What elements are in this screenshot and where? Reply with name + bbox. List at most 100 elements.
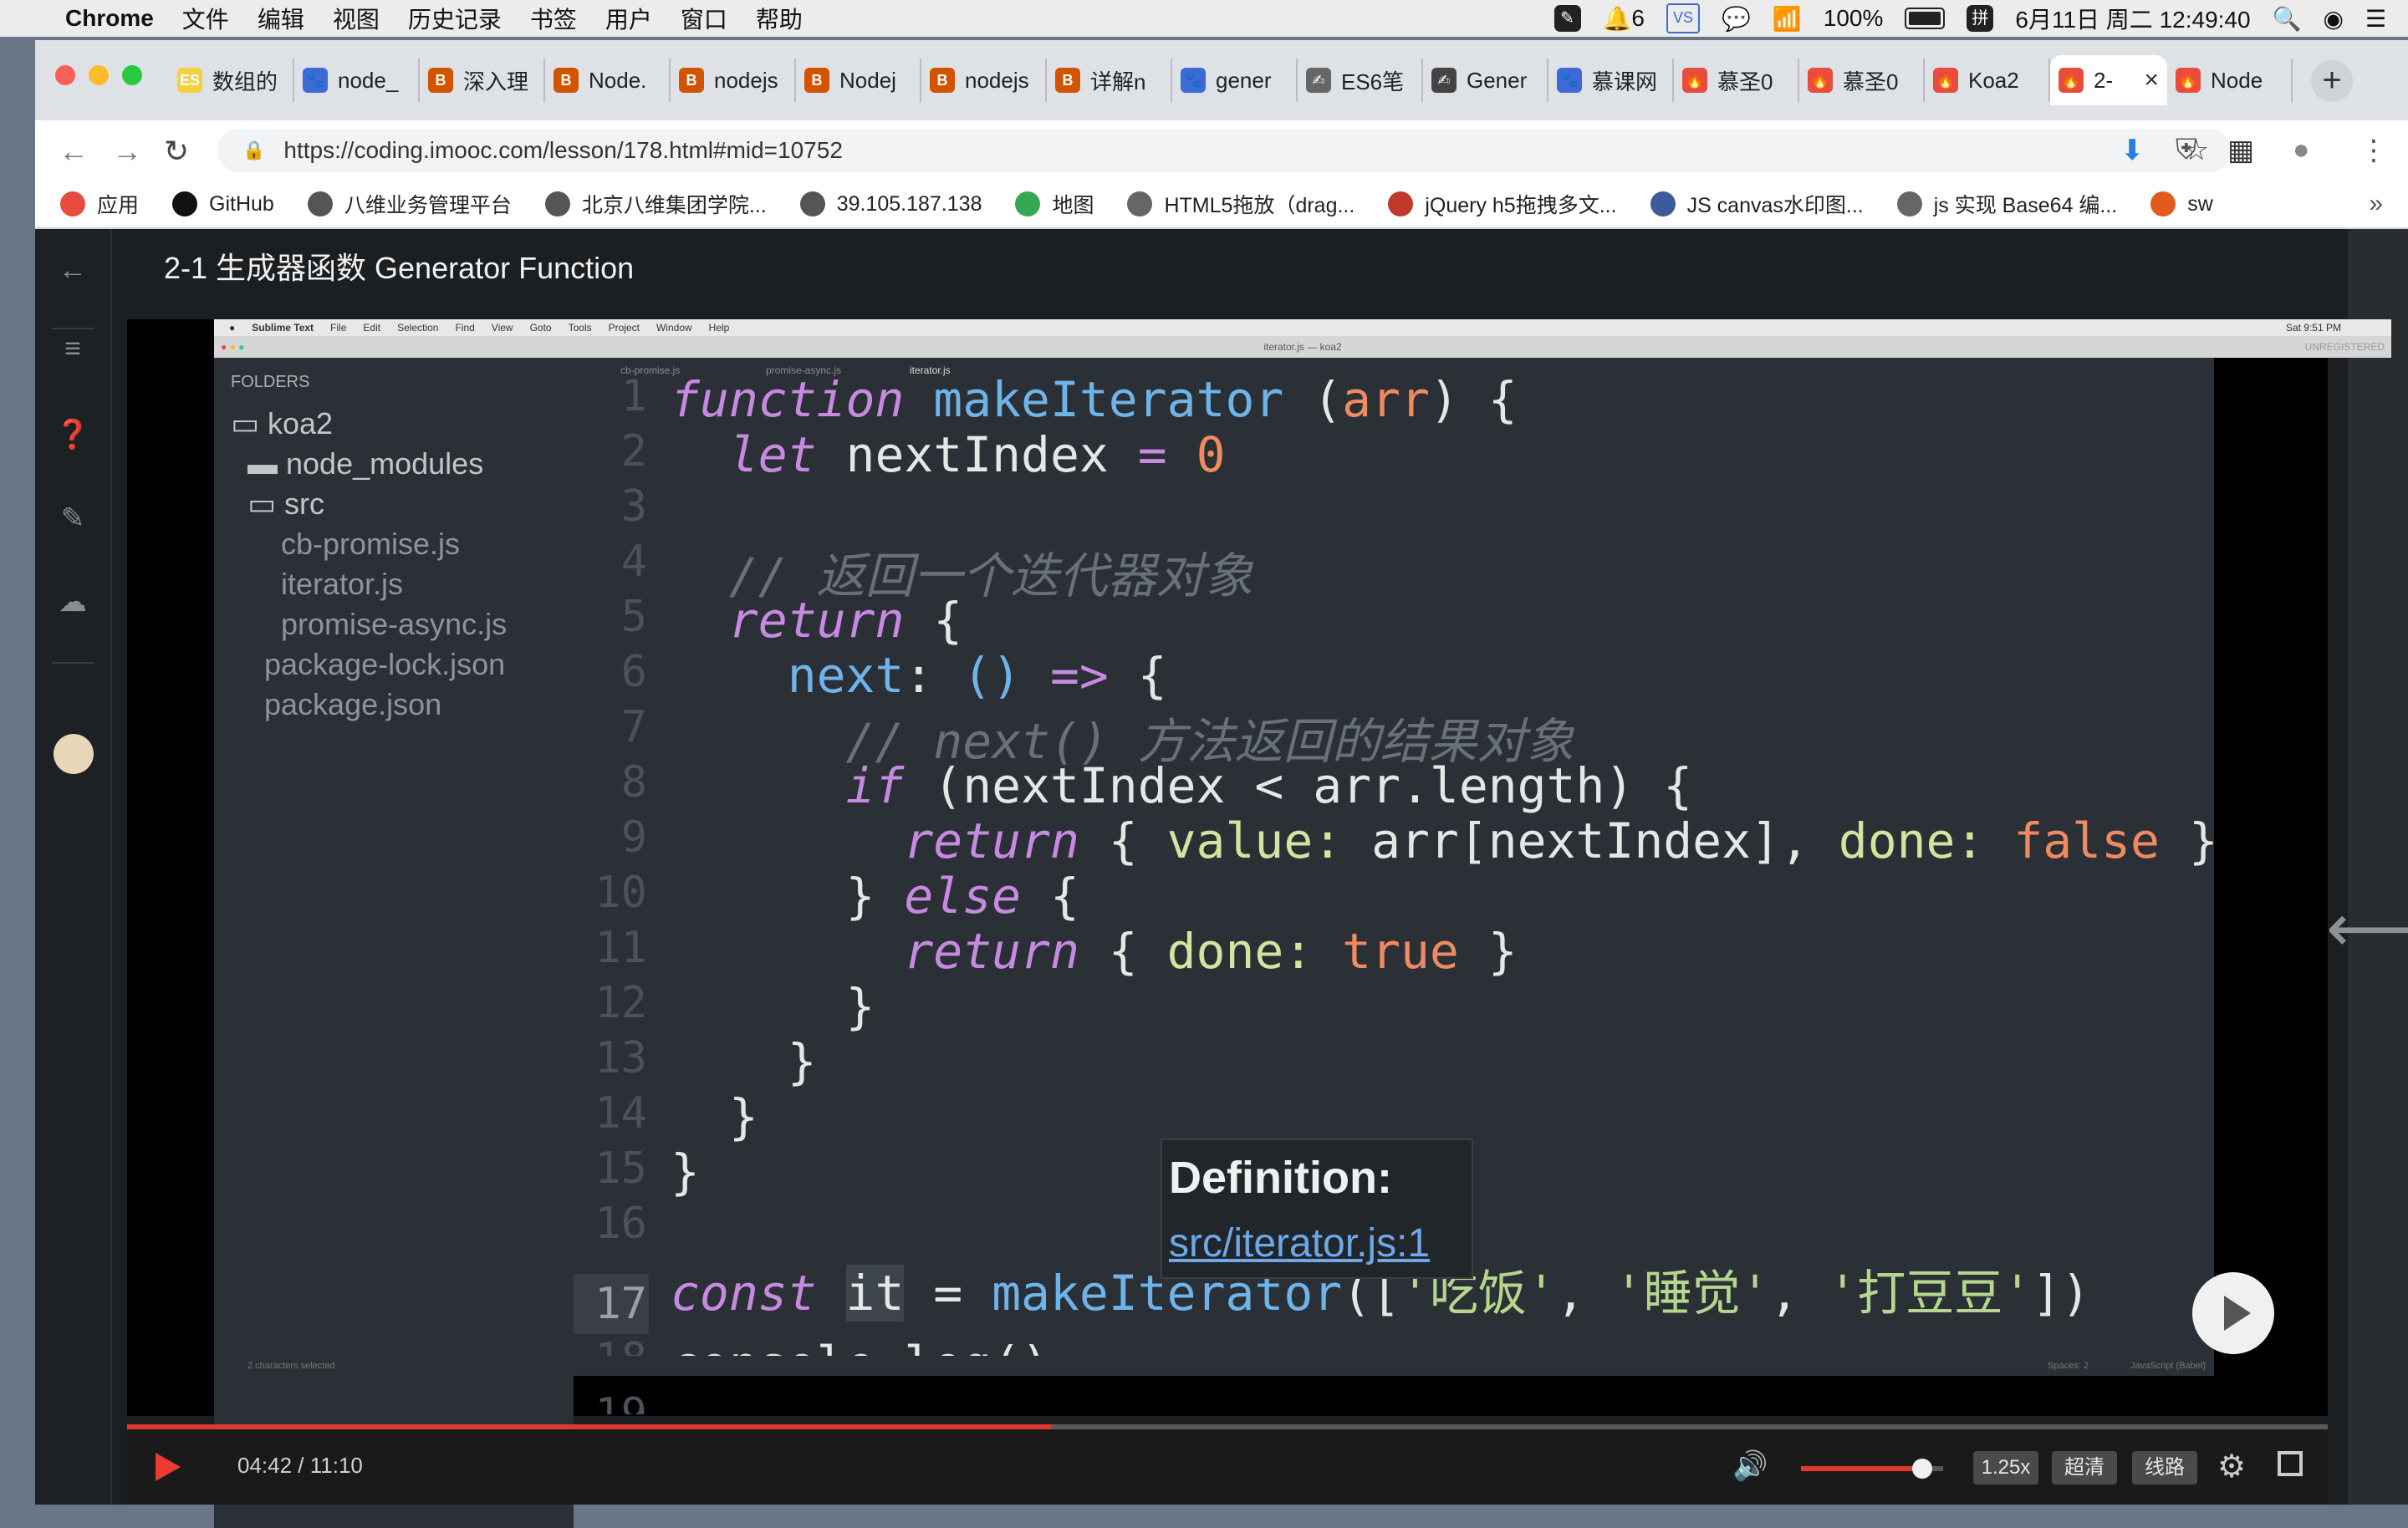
tab-2[interactable]: B 深入理 (420, 59, 545, 102)
tab-4[interactable]: Bnodejs (671, 59, 796, 102)
bookmark-item[interactable]: 应用 (60, 189, 139, 219)
folders-header: FOLDERS (231, 373, 310, 391)
big-play-button[interactable] (2192, 1272, 2274, 1354)
notification-bell-icon[interactable]: 🔔 6 (1603, 5, 1645, 33)
tab-close-icon[interactable]: × (2144, 66, 2159, 94)
bookmark-label: 北京八维集团学院... (581, 194, 767, 217)
evernote-icon[interactable]: ✎ (1553, 5, 1581, 32)
note-pencil-icon[interactable]: ✎ (54, 502, 92, 535)
zoom-window-button[interactable] (122, 65, 142, 85)
menu-help[interactable]: 帮助 (756, 2, 803, 35)
question-icon[interactable]: ❓ (54, 418, 92, 451)
menu-history[interactable]: 历史记录 (408, 2, 502, 35)
wifi-icon[interactable]: 📶 (1773, 5, 1802, 33)
menu-view[interactable]: 视图 (333, 2, 380, 35)
tab-15[interactable]: 🔥 2- × (2050, 55, 2167, 105)
tab-3[interactable]: B Node. (545, 59, 671, 102)
tab-16[interactable]: 🔥 Node (2167, 59, 2293, 102)
progress-bar[interactable] (127, 1424, 2328, 1429)
url-text[interactable]: https://coding.imooc.com/lesson/178.html… (283, 137, 843, 164)
address-bar[interactable]: 🔒 https://coding.imooc.com/lesson/178.ht… (217, 129, 2231, 172)
bookmark-item[interactable]: 39.105.187.138 (799, 191, 982, 216)
bookmark-item[interactable]: HTML5拖放（drag... (1127, 189, 1354, 219)
tab-label: node_ (338, 67, 399, 93)
bookmark-item[interactable]: GitHub (172, 191, 274, 216)
profile-avatar-icon[interactable]: ● (2293, 134, 2310, 166)
settings-gear-icon[interactable]: ⚙ (2217, 1448, 2246, 1485)
wechat-icon[interactable]: 💬 (1722, 5, 1751, 33)
menu-people[interactable]: 用户 (605, 2, 652, 35)
shield-extension-icon[interactable]: ⛨ (2176, 134, 2197, 166)
menu-window[interactable]: 窗口 (681, 2, 727, 35)
route-button[interactable]: 线路 (2132, 1451, 2197, 1485)
bookmark-item[interactable]: sw (2150, 191, 2213, 216)
bookmark-item[interactable]: 地图 (1015, 189, 1094, 219)
speed-button[interactable]: 1.25x (1973, 1451, 2038, 1485)
new-tab-button[interactable]: + (2311, 60, 2353, 102)
cloud-icon[interactable]: ☁ (54, 585, 92, 619)
chapter-list-icon[interactable]: ≡ (54, 333, 92, 365)
tab-10[interactable]: ✍ Gener (1423, 59, 1548, 102)
battery-icon[interactable] (1905, 8, 1946, 29)
bookmark-favicon-icon (60, 191, 85, 216)
volume-icon[interactable]: 🔊 (1732, 1449, 1768, 1483)
video-player[interactable]: ● Sublime Text File Edit Selection Find … (127, 319, 2391, 1528)
bookmarks-overflow-button[interactable]: » (2369, 190, 2383, 218)
chrome-menu-icon[interactable]: ⋮ (2360, 134, 2388, 167)
tab-6[interactable]: Bnodejs (921, 59, 1047, 102)
definition-link[interactable]: src/iterator.js:1 (1169, 1220, 1430, 1266)
user-avatar[interactable] (54, 734, 94, 774)
notification-center-icon[interactable]: ☰ (2365, 5, 2386, 33)
input-method-icon[interactable]: 拼 (1967, 5, 1994, 32)
tab-favicon-icon: 🔥 (1933, 68, 1958, 93)
menu-edit[interactable]: 编辑 (258, 2, 304, 35)
tab-favicon-icon: 🔥 (1682, 68, 1707, 93)
tab-label: nodejs (714, 67, 778, 93)
tab-9[interactable]: ✍ ES6笔 (1298, 59, 1423, 102)
tab-8[interactable]: 🐾 gener (1172, 59, 1298, 102)
bookmark-item[interactable]: 北京八维集团学院... (544, 189, 767, 219)
back-icon[interactable]: ← (59, 134, 89, 169)
back-arrow-icon[interactable]: ← (54, 254, 92, 287)
forward-icon[interactable]: → (112, 134, 142, 169)
play-icon[interactable] (156, 1453, 181, 1481)
minimize-window-button[interactable] (89, 65, 109, 85)
tab-13[interactable]: 🔥 慕圣0 (1799, 59, 1925, 102)
collapse-arrow-icon[interactable]: ⟵ (2326, 889, 2408, 967)
spotlight-search-icon[interactable]: 🔍 (2273, 5, 2302, 33)
tab-5[interactable]: B Nodej (796, 59, 921, 102)
sublime-sidebar: FOLDERS ▭ koa2 ▬ node_modules ▭ src cb-p… (214, 358, 574, 1528)
vscode-icon[interactable]: VS (1666, 3, 1700, 33)
tab-11[interactable]: 🐾 慕课网 (1548, 59, 1674, 102)
tab-1[interactable]: 🐾 node_ (294, 59, 420, 102)
line-number: 17 (594, 1279, 647, 1329)
volume-slider[interactable] (1801, 1459, 1943, 1479)
quality-button[interactable]: 超清 (2052, 1451, 2117, 1485)
tree-file-package-lock: package-lock.json (264, 647, 506, 681)
tab-14[interactable]: 🔥 Koa2 (1925, 59, 2050, 102)
bookmark-item[interactable]: jQuery h5拖拽多文... (1388, 189, 1617, 219)
fullscreen-icon[interactable] (2278, 1451, 2303, 1476)
close-window-button[interactable] (55, 65, 75, 85)
clock[interactable]: 6月11日 周二 12:49:40 (2015, 2, 2250, 35)
volume-knob[interactable] (1911, 1459, 1932, 1479)
reload-icon[interactable]: ↻ (164, 134, 189, 169)
bookmark-label: JS canvas水印图... (1686, 194, 1864, 217)
tab-12[interactable]: 🔥 慕圣0 (1674, 59, 1799, 102)
download-extension-icon[interactable]: ⬇ (2120, 134, 2145, 167)
app-menu[interactable]: Chrome (65, 5, 154, 32)
bookmark-item[interactable]: js 实现 Base64 编... (1896, 189, 2117, 219)
tab-7[interactable]: B 详解n (1047, 59, 1172, 102)
siri-icon[interactable]: ◉ (2323, 5, 2343, 33)
bookmark-favicon-icon (1015, 191, 1041, 216)
macos-menubar: Chrome 文件 编辑 视图 历史记录 书签 用户 窗口 帮助 ✎ 🔔 6 VS… (0, 0, 2408, 37)
menu-file[interactable]: 文件 (182, 2, 229, 35)
line-number: 3 (620, 481, 647, 532)
bookmark-favicon-icon (544, 191, 570, 216)
lock-icon[interactable]: 🔒 (242, 140, 265, 161)
bookmark-item[interactable]: 八维业务管理平台 (307, 189, 512, 219)
qrcode-extension-icon[interactable]: ▦ (2227, 134, 2254, 167)
bookmark-item[interactable]: JS canvas水印图... (1650, 189, 1864, 219)
menu-bookmarks[interactable]: 书签 (530, 2, 577, 35)
tab-0[interactable]: ES 数组的 (169, 59, 294, 102)
